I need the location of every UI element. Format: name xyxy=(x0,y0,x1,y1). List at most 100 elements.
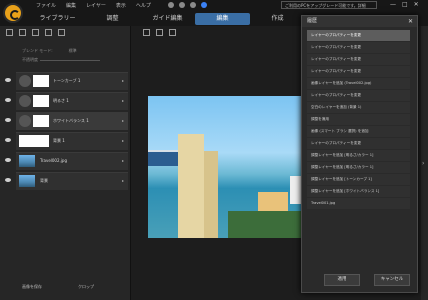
layer-row[interactable]: ホワイトバランス 1 ▸ xyxy=(5,112,128,130)
top-icons xyxy=(168,2,207,8)
layer-row[interactable]: 背景 ▸ xyxy=(5,172,128,190)
history-item[interactable]: 画像 (スマート ブラシ 選択) を追加 xyxy=(307,126,410,138)
layer-mask-thumb xyxy=(33,75,49,87)
blend-label: ブレンド モード: xyxy=(22,48,53,53)
history-item[interactable]: レイヤーのプロパティーを変更 xyxy=(307,138,410,150)
tab[interactable]: 作成 xyxy=(250,13,305,25)
layer-name: 背景 1 xyxy=(53,138,65,143)
photo-tower xyxy=(178,134,204,238)
right-scrollbar[interactable]: › xyxy=(421,26,428,300)
canvas-photo[interactable] xyxy=(148,96,308,238)
history-item[interactable]: レイヤーのプロパティーを変更 xyxy=(307,54,410,66)
eye-icon[interactable] xyxy=(5,118,11,122)
layer-options-icon[interactable]: ▸ xyxy=(122,138,124,143)
eye-icon[interactable] xyxy=(5,98,11,102)
history-item[interactable]: レイヤーのプロパティーを変更 xyxy=(307,66,410,78)
adjust-layer-icon xyxy=(19,115,31,127)
app-logo-icon xyxy=(3,3,23,23)
layer-name: Travel002.jpg xyxy=(40,158,67,163)
eye-icon[interactable] xyxy=(5,158,11,162)
photo-tower-side xyxy=(204,151,218,238)
eye-icon[interactable] xyxy=(5,178,11,182)
history-list: レイヤーのプロパティーを変更 レイヤーのプロパティーを変更 レイヤーのプロパティーを… xyxy=(307,30,410,210)
maximize-button[interactable]: □ xyxy=(402,1,408,8)
blend-value[interactable]: 標準 xyxy=(69,48,77,54)
eye-icon[interactable] xyxy=(5,78,11,82)
history-item[interactable]: 調整を適用 xyxy=(307,114,410,126)
history-item[interactable]: 調整レイヤーを追加 [トーンカーブ 1] xyxy=(307,174,410,186)
layer-mask-thumb xyxy=(33,115,49,127)
opacity-label: 不透明度 xyxy=(22,57,38,62)
layer-options-icon[interactable]: ▸ xyxy=(122,98,124,103)
settings-icon[interactable] xyxy=(190,2,196,8)
tab[interactable]: 調整 xyxy=(85,13,140,25)
undo-icon[interactable] xyxy=(168,2,174,8)
layer-row[interactable]: トーンカーブ 1 ▸ xyxy=(5,72,128,90)
layers-bottom-bar: 画像を保存 クロップ xyxy=(22,284,94,290)
close-window-button[interactable]: ✕ xyxy=(414,1,419,8)
history-header: 履歴 ✕ xyxy=(302,16,417,27)
upgrade-notice[interactable]: ご利用のPCをアップグレード可能です。詳細 xyxy=(281,1,377,9)
history-item[interactable]: 空白のレイヤーを追加 (背景 1) xyxy=(307,102,410,114)
menu-item[interactable]: 表示 xyxy=(116,2,126,9)
delete-layer-icon[interactable] xyxy=(58,29,65,36)
mask-icon[interactable] xyxy=(32,29,39,36)
layers-toolbar xyxy=(6,29,65,36)
history-item[interactable]: レイヤーのプロパティーを変更 xyxy=(307,90,410,102)
history-item[interactable]: 調整レイヤーを追加 [明るさ/カラー 1] xyxy=(307,150,410,162)
save-image-button[interactable]: 画像を保存 xyxy=(22,284,42,290)
layer-row[interactable]: 明るさ 1 ▸ xyxy=(5,92,128,110)
opacity-track[interactable] xyxy=(40,60,100,61)
layer-options-icon[interactable]: ▸ xyxy=(122,158,124,163)
cancel-button[interactable]: キャンセル xyxy=(374,274,410,286)
adjust-layer-icon xyxy=(19,75,31,87)
history-item[interactable]: レイヤーのプロパティーを変更 xyxy=(307,30,410,42)
account-icon[interactable] xyxy=(201,2,207,8)
layer-list: トーンカーブ 1 ▸ 明るさ 1 ▸ ホワイトバランス 1 ▸ 背景 1 ▸ Travel002… xyxy=(5,72,128,192)
layer-options-icon[interactable]: ▸ xyxy=(122,78,124,83)
minimize-button[interactable]: — xyxy=(390,1,396,8)
layer-name: 明るさ 1 xyxy=(53,98,69,103)
duplicate-layer-icon[interactable] xyxy=(19,29,26,36)
menu-item[interactable]: レイヤー xyxy=(86,2,106,9)
layer-mask-thumb xyxy=(33,95,49,107)
adjust-layer-icon xyxy=(19,95,31,107)
layer-thumb xyxy=(19,155,35,167)
tab[interactable]: 編集 xyxy=(195,13,250,25)
blend-mode-row[interactable]: ブレンド モード: 標準 xyxy=(22,48,77,54)
layer-name: トーンカーブ 1 xyxy=(53,78,81,83)
layers-panel: ブレンド モード: 標準 不透明度 トーンカーブ 1 ▸ 明るさ 1 ▸ ホワイトバラン… xyxy=(0,26,131,300)
close-icon[interactable]: ✕ xyxy=(408,16,413,27)
menu-bar: ファイル 編集 レイヤー 表示 ヘルプ xyxy=(36,2,151,9)
eye-icon[interactable] xyxy=(5,138,11,142)
layer-options-icon[interactable]: ▸ xyxy=(122,178,124,183)
history-item[interactable]: レイヤーのプロパティーを変更 xyxy=(307,42,410,54)
menu-item[interactable]: 編集 xyxy=(66,2,76,9)
history-item[interactable]: 画像レイヤーを追加 (Travel002.jpg) xyxy=(307,78,410,90)
select-tool-icon[interactable] xyxy=(143,29,150,36)
apply-button[interactable]: 適用 xyxy=(324,274,360,286)
history-item[interactable]: Travel001.jpg xyxy=(307,198,410,210)
history-item[interactable]: 調整レイヤーを追加 [ホワイトバランス 1] xyxy=(307,186,410,198)
layer-thumb xyxy=(19,175,35,187)
opacity-slider[interactable]: 不透明度 xyxy=(22,57,102,63)
history-buttons: 適用 キャンセル xyxy=(324,274,410,286)
layer-row[interactable]: 背景 1 ▸ xyxy=(5,132,128,150)
history-title: 履歴 xyxy=(307,18,318,24)
new-layer-icon[interactable] xyxy=(6,29,13,36)
layer-row[interactable]: Travel002.jpg ▸ xyxy=(5,152,128,170)
grid-icon[interactable] xyxy=(169,29,176,36)
expand-arrow-icon[interactable]: › xyxy=(422,160,424,167)
view-tool-icon[interactable] xyxy=(156,29,163,36)
canvas-toolbar xyxy=(143,29,176,36)
layer-options-icon[interactable]: ▸ xyxy=(122,118,124,123)
adjust-icon[interactable] xyxy=(45,29,52,36)
menu-item[interactable]: ヘルプ xyxy=(136,2,151,9)
layer-name: ホワイトバランス 1 xyxy=(53,118,89,123)
menu-item[interactable]: ファイル xyxy=(36,2,56,9)
tab[interactable]: ガイド編集 xyxy=(140,13,195,25)
crop-button[interactable]: クロップ xyxy=(78,284,94,290)
history-item[interactable]: 調整レイヤーを追加 [明るさ/カラー 1] xyxy=(307,162,410,174)
redo-icon[interactable] xyxy=(179,2,185,8)
tab[interactable]: ライブラリー xyxy=(30,13,85,25)
